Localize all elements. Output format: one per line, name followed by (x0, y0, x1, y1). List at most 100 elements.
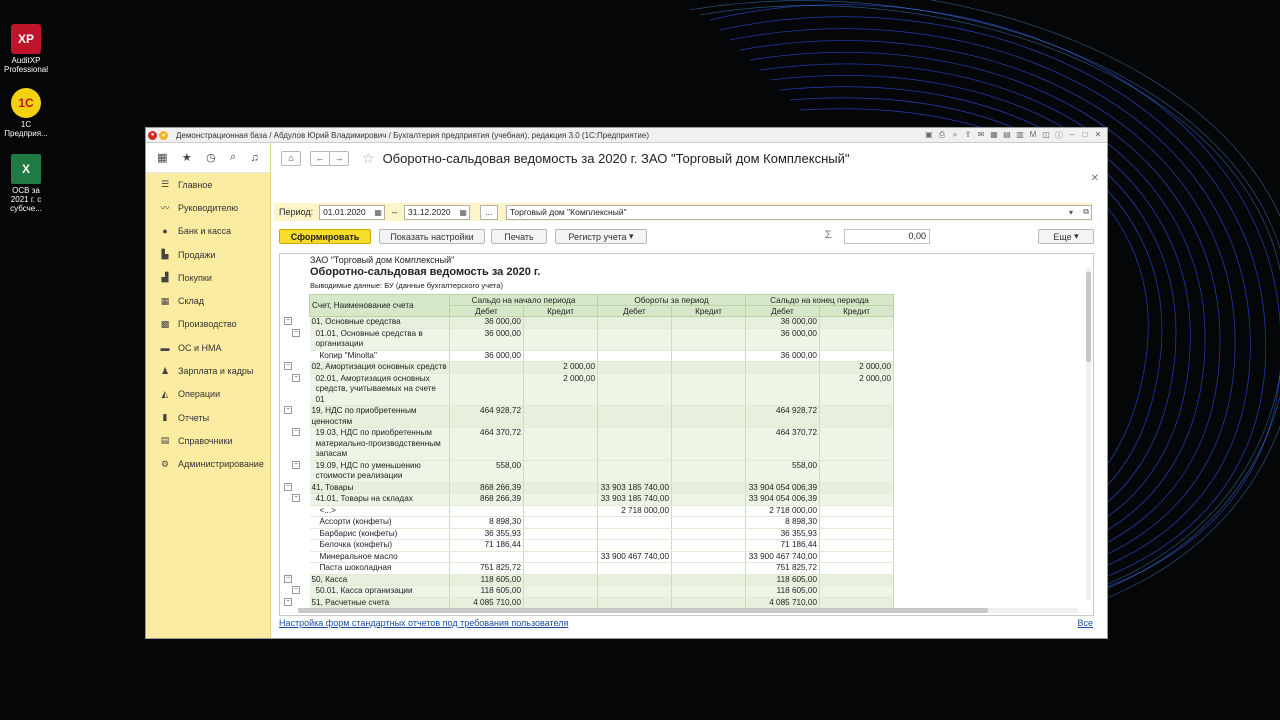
table-row[interactable]: Копир "Minolta" 36 000,00 36 000,00 (309, 350, 894, 362)
table-row[interactable]: 19.09, НДС по уменьшению стоимости реали… (309, 460, 894, 483)
collapse-icon[interactable]: − (292, 428, 300, 436)
sidebar-item-manager[interactable]: 〰 Руководителю (146, 196, 270, 219)
sidebar-item-bank[interactable]: ● Банк и касса (146, 220, 270, 243)
favorite-star-icon[interactable]: ☆ (362, 150, 375, 167)
collapse-icon[interactable]: − (292, 586, 300, 594)
scroll-thumb[interactable] (298, 608, 988, 613)
sidebar-item-sales[interactable]: ▙ Продажи (146, 243, 270, 266)
account-name-cell: <...> (309, 505, 450, 517)
print-icon[interactable]: ⎙ (937, 130, 947, 141)
collapse-icon[interactable]: − (284, 483, 292, 491)
desktop-icon-1c[interactable]: 1С 1С Предприя... (4, 88, 48, 138)
grid-icon[interactable]: ▦ (989, 130, 999, 141)
table-row[interactable]: 51, Расчетные счета 4 085 710,00 4 085 710… (309, 597, 894, 609)
table-row[interactable]: Минеральное масло 33 900 467 740,00 33 900… (309, 551, 894, 563)
table-row[interactable]: 02, Амортизация основных средств 2 000,00… (309, 361, 894, 374)
sidebar-item-label: Покупки (178, 272, 212, 283)
register-button[interactable]: Регистр учета ▾ (555, 229, 647, 244)
collapse-icon[interactable]: − (292, 329, 300, 337)
minimize-icon[interactable]: – (1067, 130, 1077, 141)
sidebar-item-payroll[interactable]: ♟ Зарплата и кадры (146, 359, 270, 382)
forward-button[interactable]: → (329, 150, 349, 166)
sidebar-item-purchases[interactable]: ▟ Покупки (146, 266, 270, 289)
date-to-field[interactable]: 31.12.2020 ▦ (404, 204, 470, 220)
table-row[interactable]: 19, НДС по приобретенным ценностям 464 92… (309, 405, 894, 428)
desktop-icon-auditxp[interactable]: XP AuditXP Professional (4, 24, 48, 74)
amount-cell (449, 361, 524, 374)
collapse-icon[interactable]: − (284, 575, 292, 583)
more-button[interactable]: Еще ▾ (1038, 229, 1094, 244)
scroll-thumb[interactable] (1086, 272, 1091, 362)
calendar-icon[interactable]: ▦ (374, 208, 382, 217)
table-row[interactable]: 19.03, НДС по приобретенным материально-… (309, 427, 894, 461)
close-icon[interactable]: ✕ (1093, 130, 1103, 141)
bell-icon[interactable]: ♫ (251, 152, 259, 164)
chevron-down-icon[interactable]: ▾ (1069, 208, 1073, 217)
memory-icon[interactable]: M (1028, 130, 1038, 141)
panel-icon[interactable]: ◫ (1041, 130, 1051, 141)
period-select-button[interactable]: ... (479, 204, 498, 220)
table-row[interactable]: Паста шоколадная 751 825,72 751 825,72 (309, 562, 894, 575)
table-row[interactable]: 01.01, Основные средства в организации 36… (309, 328, 894, 351)
apps-grid-icon[interactable]: ▦ (157, 151, 167, 164)
mail-icon[interactable]: ✉ (976, 130, 986, 141)
table-row[interactable]: 50.01, Касса организации 118 605,00 118 60… (309, 585, 894, 598)
sidebar-item-admin[interactable]: ⚙ Администрирование (146, 453, 270, 476)
table-row[interactable]: <...> 2 718 000,00 2 718 000,00 (309, 505, 894, 517)
collapse-icon[interactable]: − (292, 461, 300, 469)
vertical-scrollbar[interactable] (1086, 268, 1091, 600)
search-icon[interactable]: ⌕ (230, 151, 236, 164)
amount-cell: 558,00 (745, 460, 820, 483)
save-icon[interactable]: ▣ (924, 130, 934, 141)
organization-field[interactable]: Торговый дом "Комплексный" ▾ ⧉ (505, 204, 1092, 220)
show-settings-button[interactable]: Показать настройки (379, 229, 485, 244)
date-from-field[interactable]: 01.01.2020 ▦ (319, 204, 385, 220)
table-row[interactable]: 02.01, Амортизация основных средств, учи… (309, 373, 894, 406)
table-row[interactable]: 41.01, Товары на складах 868 266,39 33 903… (309, 493, 894, 506)
collapse-icon[interactable]: − (284, 406, 292, 414)
table-row[interactable]: 01, Основные средства 36 000,00 36 000,00 (309, 316, 894, 329)
info-icon[interactable]: ⓘ (1054, 130, 1064, 141)
home-button[interactable]: ⌂ (281, 150, 301, 166)
dropdown-icon[interactable]: ▾ (159, 130, 168, 140)
sidebar-item-warehouse[interactable]: ▦ Склад (146, 289, 270, 312)
collapse-icon[interactable]: − (284, 317, 292, 325)
form-close-icon[interactable]: ✕ (1091, 173, 1099, 184)
sidebar-item-production[interactable]: ▩ Производство (146, 313, 270, 336)
calendar-icon[interactable]: ▦ (459, 208, 467, 217)
sum-field[interactable]: 0,00 (844, 229, 930, 244)
horizontal-scrollbar[interactable] (298, 608, 1078, 613)
calendar-icon[interactable]: ▤ (1002, 130, 1012, 141)
maximize-icon[interactable]: □ (1080, 130, 1090, 141)
sidebar-item-reports[interactable]: ▮ Отчеты (146, 406, 270, 429)
back-button[interactable]: ← (310, 150, 330, 166)
history-icon[interactable]: ◷ (206, 151, 216, 164)
table-row[interactable]: Барбарис (конфеты) 36 355,93 36 355,93 (309, 528, 894, 540)
upload-icon[interactable]: ⇪ (963, 130, 973, 141)
favorites-icon[interactable]: ★ (182, 151, 192, 164)
app-menu-icon[interactable]: ● (148, 130, 157, 140)
table-row[interactable]: Ассорти (конфеты) 8 898,30 8 898,30 (309, 516, 894, 529)
open-icon[interactable]: ⧉ (1083, 207, 1089, 217)
sidebar-item-operations[interactable]: ◭ Операции (146, 383, 270, 406)
sidebar-item-main[interactable]: ☰ Главное (146, 173, 270, 196)
generate-button[interactable]: Сформировать (279, 229, 371, 244)
collapse-icon[interactable]: − (292, 374, 300, 382)
amount-cell: 2 000,00 (819, 373, 894, 406)
collapse-icon[interactable]: − (284, 362, 292, 370)
amount-cell (819, 405, 894, 428)
desktop-icon-excel[interactable]: X ОСВ за 2021 г. с субсче... (4, 154, 48, 213)
sidebar-item-assets[interactable]: ▬ ОС и НМА (146, 336, 270, 359)
report-sheet[interactable]: ЗАО "Торговый дом Комплексный" Оборотно-… (279, 253, 1094, 616)
table-row[interactable]: Белочка (конфеты) 71 186,44 71 186,44 (309, 539, 894, 552)
table-row[interactable]: 50, Касса 118 605,00 118 605,00 (309, 574, 894, 586)
collapse-icon[interactable]: − (292, 494, 300, 502)
print-button[interactable]: Печать (491, 229, 547, 244)
sidebar-item-references[interactable]: ▤ Справочники (146, 429, 270, 452)
collapse-icon[interactable]: − (284, 598, 292, 606)
preview-icon[interactable]: ⌕ (950, 130, 960, 141)
calc-icon[interactable]: ▥ (1015, 130, 1025, 141)
customize-forms-link[interactable]: Настройка форм стандартных отчетов под т… (279, 618, 568, 628)
table-row[interactable]: 41, Товары 868 266,39 33 903 185 740,00 33 … (309, 482, 894, 494)
all-link[interactable]: Все (1077, 618, 1093, 628)
